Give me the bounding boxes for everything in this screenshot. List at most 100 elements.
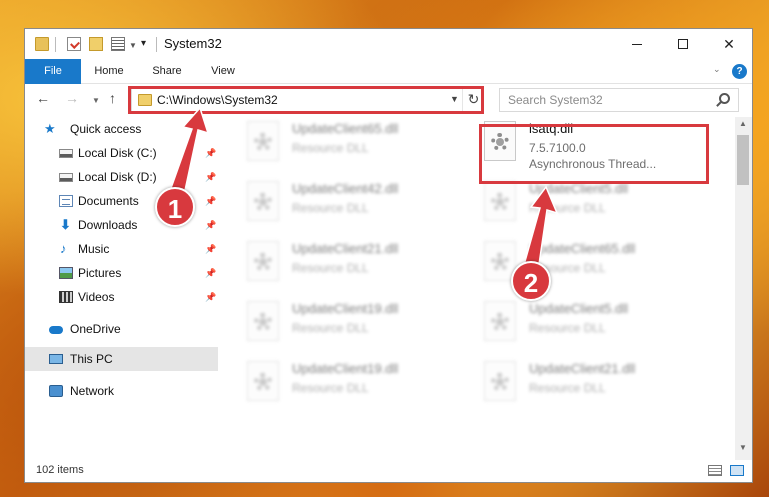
- sidebar-item-label: Documents: [78, 194, 139, 208]
- forward-arrow-icon[interactable]: →: [65, 90, 79, 106]
- expand-ribbon-icon[interactable]: ⌄: [713, 64, 721, 75]
- downloads-icon: ⬇: [60, 217, 71, 232]
- pin-icon[interactable]: 📌: [205, 165, 216, 189]
- network-icon: [49, 385, 63, 397]
- file-type: Resource DLL: [292, 201, 369, 215]
- customize-toolbar-icon[interactable]: ▾: [141, 38, 146, 49]
- gear-icon: [254, 313, 272, 331]
- minimize-button[interactable]: [614, 29, 660, 59]
- scrollbar-thumb[interactable]: [737, 135, 749, 185]
- scroll-down-icon[interactable]: ▼: [739, 443, 747, 452]
- pin-icon[interactable]: 📌: [205, 213, 216, 237]
- up-arrow-icon[interactable]: ↑: [109, 90, 116, 106]
- sidebar-item-label: Videos: [78, 290, 115, 304]
- vertical-scrollbar[interactable]: ▲ ▼: [735, 117, 752, 460]
- star-icon: ★: [44, 121, 56, 136]
- file-name: UpdateClient21.dll: [292, 241, 399, 256]
- help-icon[interactable]: ?: [732, 64, 747, 79]
- status-bar: 102 items: [25, 460, 752, 482]
- sidebar-item-local-disk-d[interactable]: Local Disk (D:) 📌: [25, 165, 218, 189]
- details-view-icon[interactable]: [708, 465, 722, 476]
- pin-icon[interactable]: 📌: [205, 237, 216, 261]
- sidebar-item-network[interactable]: Network: [25, 379, 218, 403]
- back-arrow-icon[interactable]: ←: [36, 90, 50, 106]
- folder-icon: [35, 37, 49, 51]
- sidebar-item-label: Music: [78, 242, 110, 256]
- maximize-button[interactable]: [660, 29, 706, 59]
- file-type: Resource DLL: [292, 381, 369, 395]
- sidebar-item-quick-access[interactable]: ★ Quick access: [25, 117, 218, 141]
- dll-file-icon: [247, 241, 279, 281]
- tab-share[interactable]: Share: [143, 59, 191, 84]
- ribbon-tabs: File Home Share View ⌄ ?: [25, 59, 752, 84]
- gear-icon: [254, 133, 272, 151]
- navigation-pane: ★ Quick access Local Disk (C:) 📌 Local D…: [25, 117, 218, 457]
- tiles-view-icon[interactable]: [730, 465, 744, 476]
- search-icon[interactable]: [719, 93, 730, 104]
- step-2-badge: 2: [511, 261, 551, 301]
- file-item[interactable]: UpdateClient42.dll Resource DLL: [231, 175, 461, 233]
- sidebar-item-label: Quick access: [70, 122, 142, 136]
- pin-icon[interactable]: 📌: [205, 285, 216, 309]
- sidebar-item-this-pc[interactable]: This PC: [25, 347, 218, 371]
- file-item[interactable]: UpdateClient19.dll Resource DLL: [231, 295, 461, 353]
- documents-icon: [59, 195, 73, 207]
- sidebar-item-label: Downloads: [78, 218, 138, 232]
- dll-file-icon: [484, 181, 516, 221]
- file-name: UpdateClient65.dll: [529, 241, 636, 256]
- pictures-icon: [59, 267, 73, 279]
- pin-icon[interactable]: 📌: [205, 189, 216, 213]
- recent-locations-icon[interactable]: ▼: [92, 96, 100, 105]
- file-item[interactable]: UpdateClient21.dll Resource DLL: [231, 235, 461, 293]
- file-name: UpdateClient19.dll: [292, 361, 399, 376]
- close-button[interactable]: ✕: [706, 29, 752, 59]
- sidebar-item-label: Local Disk (C:): [78, 146, 157, 160]
- file-item[interactable]: UpdateClient21.dll Resource DLL: [468, 355, 698, 413]
- file-type: Resource DLL: [292, 321, 369, 335]
- dll-file-icon: [247, 301, 279, 341]
- dll-file-icon: [247, 121, 279, 161]
- gear-icon: [491, 313, 509, 331]
- pin-icon[interactable]: 📌: [205, 261, 216, 285]
- new-folder-icon[interactable]: [89, 37, 103, 51]
- view-options-icon[interactable]: [111, 37, 125, 51]
- file-item[interactable]: UpdateClient19.dll Resource DLL: [231, 355, 461, 413]
- search-input[interactable]: Search System32: [499, 88, 739, 112]
- scroll-up-icon[interactable]: ▲: [739, 119, 747, 128]
- file-item[interactable]: UpdateClient65.dll Resource DLL: [468, 235, 698, 293]
- videos-icon: [59, 291, 73, 303]
- step-1-badge: 1: [155, 187, 195, 227]
- tab-view[interactable]: View: [203, 59, 243, 84]
- file-item[interactable]: UpdateClient65.dll Resource DLL: [231, 117, 461, 173]
- computer-icon: [49, 354, 63, 364]
- quick-access-dropdown-icon[interactable]: ▼: [129, 41, 137, 50]
- sidebar-item-pictures[interactable]: Pictures 📌: [25, 261, 218, 285]
- file-item[interactable]: UpdateClient5.dll Resource DLL: [468, 295, 698, 353]
- close-icon: ✕: [723, 36, 735, 52]
- dll-file-icon: [247, 361, 279, 401]
- sidebar-item-videos[interactable]: Videos 📌: [25, 285, 218, 309]
- cloud-icon: [49, 326, 63, 334]
- gear-icon: [491, 193, 509, 211]
- properties-icon[interactable]: [67, 37, 81, 51]
- music-icon: ♪: [60, 241, 67, 256]
- file-name: UpdateClient19.dll: [292, 301, 399, 316]
- dll-file-icon: [247, 181, 279, 221]
- tab-file[interactable]: File: [25, 59, 81, 84]
- sidebar-item-music[interactable]: ♪ Music 📌: [25, 237, 218, 261]
- dll-file-icon: [484, 361, 516, 401]
- file-name: UpdateClient65.dll: [292, 121, 399, 136]
- sidebar-item-onedrive[interactable]: OneDrive: [25, 317, 218, 341]
- maximize-icon: [678, 39, 688, 49]
- tab-home[interactable]: Home: [86, 59, 132, 84]
- sidebar-item-label: This PC: [70, 352, 113, 366]
- gear-icon: [254, 193, 272, 211]
- gear-icon: [491, 373, 509, 391]
- file-highlight: [479, 124, 709, 184]
- gear-icon: [491, 253, 509, 271]
- file-name: UpdateClient42.dll: [292, 181, 399, 196]
- sidebar-item-local-disk-c[interactable]: Local Disk (C:) 📌: [25, 141, 218, 165]
- sidebar-item-label: OneDrive: [70, 322, 121, 336]
- pin-icon[interactable]: 📌: [205, 141, 216, 165]
- divider: [55, 37, 56, 52]
